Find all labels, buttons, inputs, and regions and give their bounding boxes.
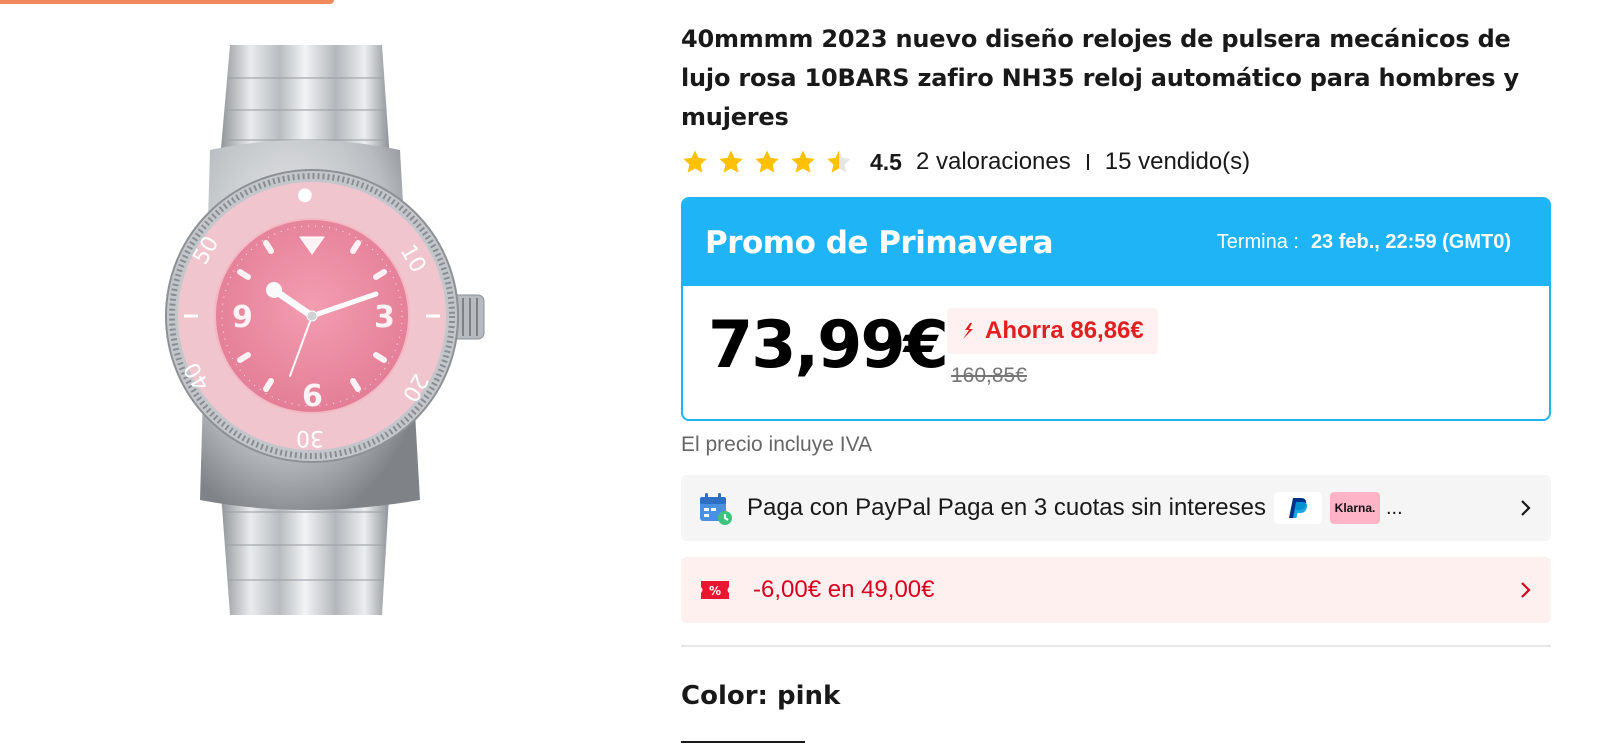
svg-text:●: ●: [297, 184, 313, 205]
down-arrow-icon: [963, 323, 973, 339]
promo-countdown: Termina : 23 feb., 22:59 (GMT0): [1217, 231, 1511, 254]
paypal-logo: [1274, 492, 1322, 524]
paypal-icon: [1289, 498, 1308, 518]
klarna-logo: Klarna.: [1330, 492, 1380, 524]
reviews-link[interactable]: 2 valoraciones: [916, 148, 1071, 176]
color-selection-underline: [681, 741, 805, 743]
coupon-row[interactable]: % -6,00€ en 49,00€: [681, 557, 1551, 623]
svg-text:30: 30: [296, 425, 324, 450]
svg-text:3: 3: [374, 300, 395, 335]
percent-ticket-icon: %: [701, 581, 729, 599]
star-icon: [755, 150, 779, 173]
installments-text: Paga con PayPal Paga en 3 cuotas sin int…: [747, 494, 1266, 521]
chevron-right-icon[interactable]: [1515, 580, 1535, 600]
svg-text:6: 6: [302, 379, 323, 414]
original-price: 160,85€: [951, 364, 1027, 387]
svg-text:%: %: [709, 584, 721, 598]
half-star-icon: [827, 150, 851, 173]
promo-title: Promo de Primavera: [705, 224, 1054, 261]
coupon-text: -6,00€ en 49,00€: [753, 576, 935, 603]
svg-text:9: 9: [232, 300, 253, 335]
section-divider: [681, 645, 1551, 647]
price-area: 73,99€ Ahorra 86,86€ 160,85€: [683, 286, 1549, 419]
promo-ends-date: 23 feb., 22:59 (GMT0): [1310, 231, 1511, 253]
sold-count: 15 vendido(s): [1104, 148, 1251, 175]
star-icon: [683, 150, 707, 173]
rating-row: 4.5 2 valoraciones 15 vendido(s): [681, 143, 1551, 181]
savings-text: Ahorra 86,86€: [985, 317, 1144, 344]
rating-value: 4.5: [870, 148, 902, 175]
current-price: 73,99€: [708, 308, 949, 383]
calendar-card-icon: [700, 493, 732, 525]
star-icon: [719, 150, 743, 173]
color-label: Color: pink: [681, 681, 841, 711]
promo-ends-label: Termina :: [1216, 231, 1299, 253]
rating-stars[interactable]: [681, 148, 853, 176]
product-title: 40mmmm 2023 nuevo diseño relojes de puls…: [681, 25, 1519, 131]
star-icon: [791, 150, 815, 173]
product-info-panel: 40mmmm 2023 nuevo diseño relojes de puls…: [681, 20, 1551, 743]
savings-badge: Ahorra 86,86€: [947, 308, 1158, 354]
more-methods: ...: [1386, 496, 1403, 519]
divider: [1086, 154, 1089, 170]
installments-row[interactable]: Paga con PayPal Paga en 3 cuotas sin int…: [681, 475, 1551, 541]
vat-note: El precio incluye IVA: [681, 433, 873, 456]
promo-header: Promo de Primavera Termina : 23 feb., 22:…: [683, 199, 1549, 286]
product-image[interactable]: ● 50 10 40 20 30 9 3 6: [150, 40, 520, 630]
top-accent-bar: [0, 0, 334, 4]
promo-box: Promo de Primavera Termina : 23 feb., 22:…: [681, 197, 1551, 421]
chevron-right-icon[interactable]: [1515, 498, 1535, 518]
